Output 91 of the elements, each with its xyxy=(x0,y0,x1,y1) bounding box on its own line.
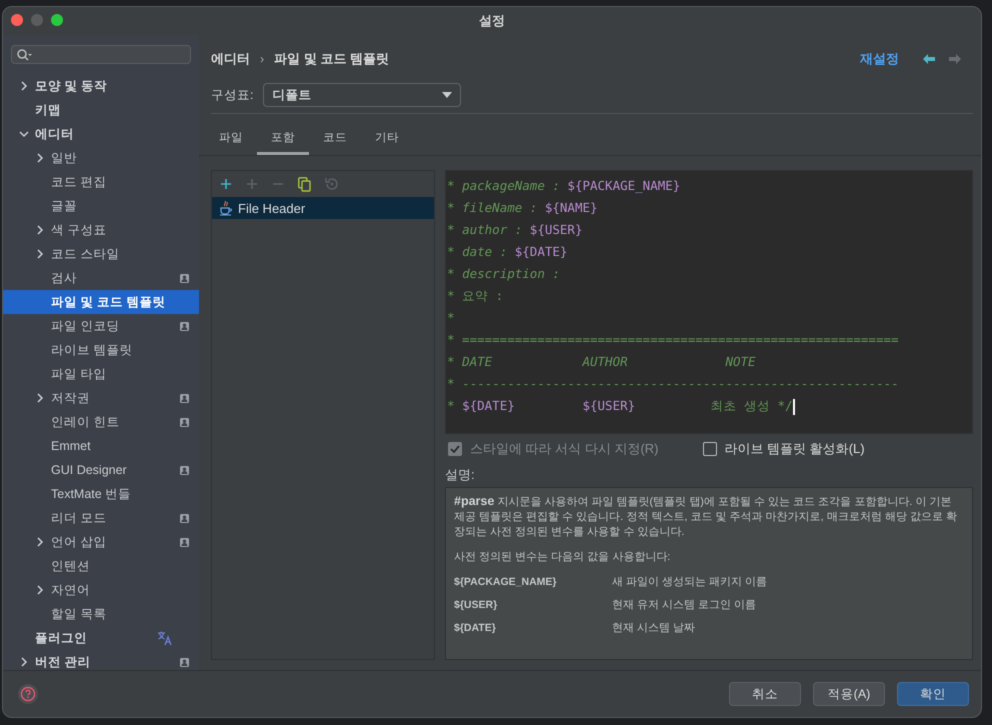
coffee-cup-icon xyxy=(220,200,232,216)
chevron-icon[interactable] xyxy=(19,657,29,667)
code-line: * xyxy=(447,309,456,327)
dialog-button[interactable]: 취소 xyxy=(729,682,801,706)
person-badge-icon xyxy=(180,658,189,666)
variable-name: ${DATE} xyxy=(454,621,497,636)
breadcrumb-item: 파일 및 코드 템플릿 xyxy=(274,50,390,68)
checkbox-label: 스타일에 따라 서식 다시 지정(R) xyxy=(470,440,658,458)
chevron-icon[interactable] xyxy=(35,225,45,235)
variable-description: 새 파일이 생성되는 패키지 이름 xyxy=(612,575,768,590)
tab[interactable]: 기타 xyxy=(361,124,413,155)
chevron-icon[interactable] xyxy=(35,153,45,163)
person-badge-icon xyxy=(180,466,189,474)
dialog-button[interactable]: 적용(A) xyxy=(813,682,885,706)
sidebar-item[interactable]: 글꼴 xyxy=(3,194,199,218)
search-field[interactable] xyxy=(11,45,191,64)
dropdown-caret-icon xyxy=(442,92,452,98)
sidebar-item[interactable]: 파일 인코딩 xyxy=(3,314,199,338)
sidebar-item[interactable]: 파일 및 코드 템플릿 xyxy=(3,290,199,314)
tab[interactable]: 코드 xyxy=(309,124,361,155)
person-badge-icon xyxy=(180,514,189,522)
sidebar-item[interactable]: 에디터 xyxy=(3,122,199,146)
code-line: * 요약 : xyxy=(447,287,504,305)
code-line: * ---------------------------------------------------------- xyxy=(447,375,900,393)
zoom-icon[interactable] xyxy=(51,14,63,26)
sidebar-item[interactable]: 자연어 xyxy=(3,578,199,602)
sidebar-item[interactable]: 인텐션 xyxy=(3,554,199,578)
sidebar-item[interactable]: 일반 xyxy=(3,146,199,170)
sidebar-item[interactable]: 버전 관리 xyxy=(3,650,199,670)
code-line: * date : ${DATE} xyxy=(447,243,568,261)
code-line: * ${DATE} ${USER} 최초 생성 */ xyxy=(447,397,796,417)
sidebar-item[interactable]: Emmet xyxy=(3,434,199,458)
chevron-icon[interactable] xyxy=(35,537,45,547)
variable-description: 현재 유저 시스템 로그인 이름 xyxy=(612,598,756,613)
sidebar-item[interactable]: 저작권 xyxy=(3,386,199,410)
tab[interactable]: 포함 xyxy=(257,124,309,155)
person-badge-icon xyxy=(180,274,189,282)
close-icon[interactable] xyxy=(11,14,23,26)
variable-name: ${PACKAGE_NAME} xyxy=(454,575,558,590)
window-title: 설정 xyxy=(479,12,505,30)
variable-description: 현재 시스템 날짜 xyxy=(612,621,696,636)
sidebar-item[interactable]: 리더 모드 xyxy=(3,506,199,530)
variable-name: ${USER} xyxy=(454,598,498,613)
description-text: 사전 정의된 변수는 다음의 값을 사용합니다: xyxy=(454,550,672,565)
chevron-icon[interactable] xyxy=(19,81,29,91)
sidebar-item[interactable]: 인레이 힌트 xyxy=(3,410,199,434)
person-badge-icon xyxy=(180,394,189,402)
sidebar-item[interactable]: 키맵 xyxy=(3,98,199,122)
sidebar-item[interactable]: 코드 스타일 xyxy=(3,242,199,266)
description-label: 설명: xyxy=(445,466,476,484)
add-icon[interactable] xyxy=(220,178,232,190)
sidebar-item[interactable]: 검사 xyxy=(3,266,199,290)
help-icon[interactable] xyxy=(17,683,39,705)
sidebar-item[interactable]: 할일 목록 xyxy=(3,602,199,626)
search-icon xyxy=(17,48,33,60)
sidebar-item[interactable]: 코드 편집 xyxy=(3,170,199,194)
chevron-icon[interactable] xyxy=(35,249,45,259)
template-item[interactable]: File Header xyxy=(212,197,434,219)
code-line: * DATE AUTHOR NOTE xyxy=(447,353,757,371)
scheme-label: 구성표: xyxy=(211,86,254,104)
checkbox-label: 라이브 템플릿 활성화(L) xyxy=(724,440,865,458)
person-badge-icon xyxy=(180,538,189,546)
sidebar-item[interactable]: GUI Designer xyxy=(3,458,199,482)
code-editor[interactable] xyxy=(445,170,973,434)
code-line: * author : ${USER} xyxy=(447,221,584,239)
chevron-icon[interactable] xyxy=(35,585,45,595)
sidebar-item[interactable]: 언어 삽입 xyxy=(3,530,199,554)
person-badge-icon xyxy=(180,418,189,426)
breadcrumb-item: › xyxy=(260,52,264,66)
breadcrumb-item: 에디터 xyxy=(211,50,250,68)
code-line: * fileName : ${NAME} xyxy=(447,199,599,217)
chevron-icon[interactable] xyxy=(35,393,45,403)
copy-icon[interactable] xyxy=(298,176,311,192)
tab[interactable]: 파일 xyxy=(205,124,257,155)
sidebar-item[interactable]: 모양 및 동작 xyxy=(3,74,199,98)
code-line: * description : xyxy=(447,265,561,283)
chevron-icon[interactable] xyxy=(19,129,29,139)
back-arrow-icon[interactable] xyxy=(923,54,935,64)
description-text: #parse 지시문을 사용하여 파일 템플릿(템플릿 탭)에 포함될 수 있는 코드 조각을 포함합니다. 이 기본 제공 템플릿은 편집할 수 있습니다. 정적 텍스트, 코드 및 주석과 마찬가지로, 매크로처럼 해당 값으로 확장되는 사전 정의된 변수를 사용할 수 있습니다. xyxy=(454,494,958,540)
dialog-button[interactable]: 확인 xyxy=(897,682,969,706)
person-badge-icon xyxy=(180,322,189,330)
reset-link[interactable]: 재설정 xyxy=(860,50,899,68)
scheme-dropdown[interactable]: 디폴트 xyxy=(263,83,462,107)
checkbox[interactable] xyxy=(702,442,716,456)
sidebar-item[interactable]: 색 구성표 xyxy=(3,218,199,242)
code-line: * ========================================================== xyxy=(447,331,900,349)
sidebar-item[interactable]: TextMate 번들 xyxy=(3,482,199,506)
code-line: * packageName : ${PACKAGE_NAME} xyxy=(447,177,682,195)
sidebar-item[interactable]: 플러그인 xyxy=(3,626,199,650)
sidebar-item[interactable]: 라이브 템플릿 xyxy=(3,338,199,362)
sidebar-item[interactable]: 파일 타입 xyxy=(3,362,199,386)
